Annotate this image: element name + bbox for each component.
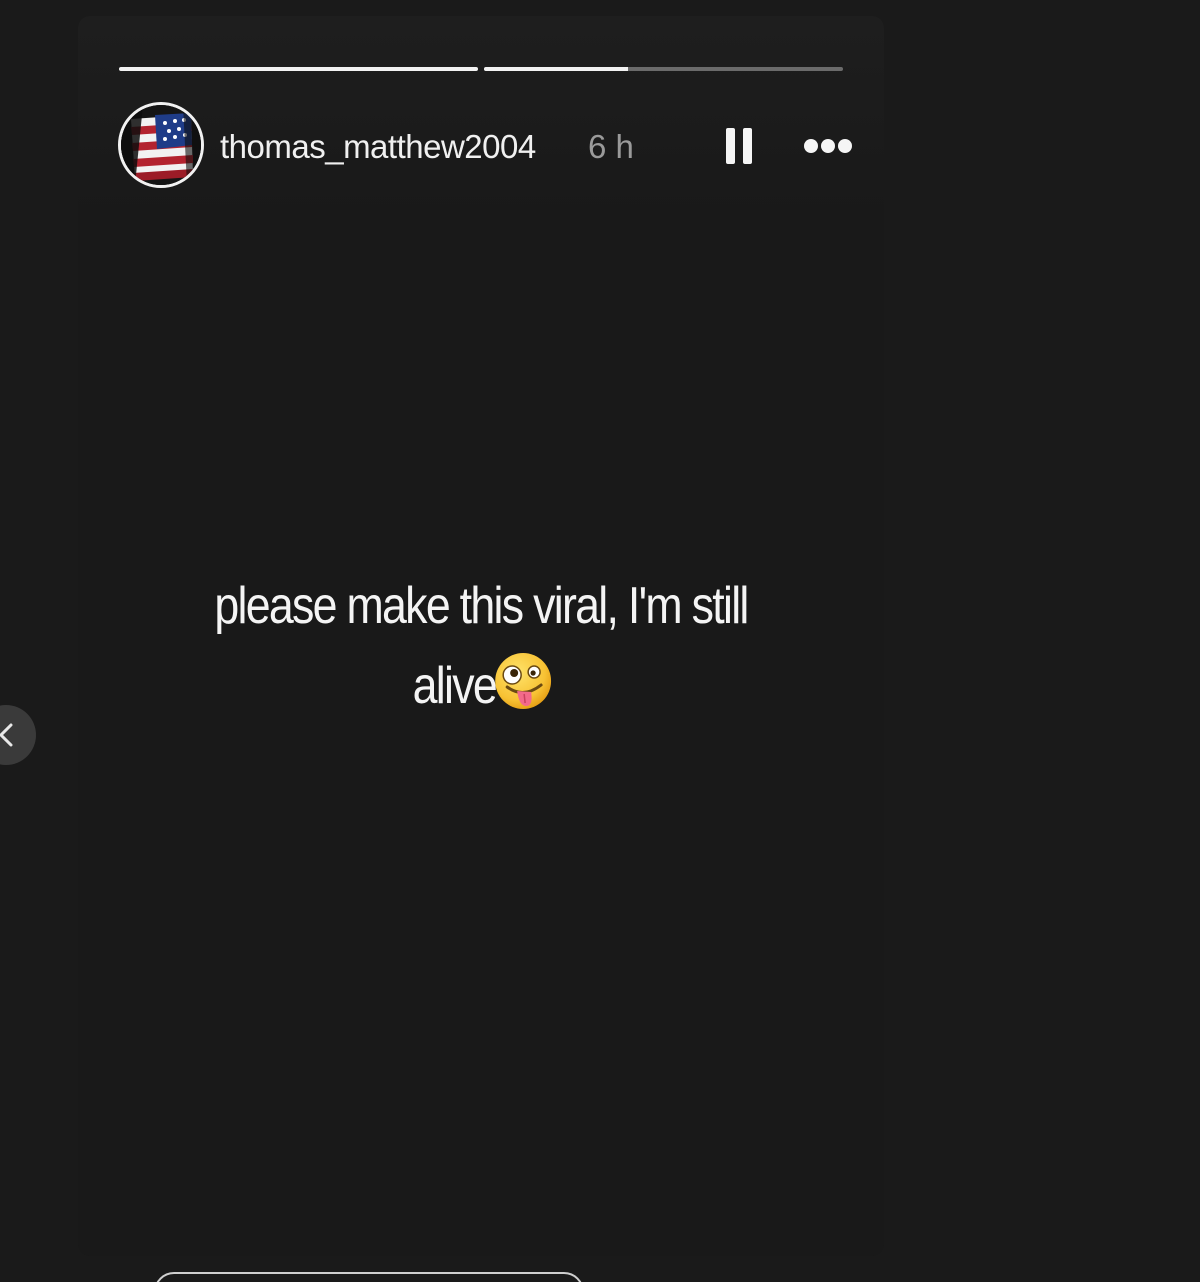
username[interactable]: thomas_matthew2004 (220, 128, 536, 166)
more-options-button[interactable] (798, 134, 858, 158)
avatar[interactable] (118, 102, 204, 188)
caption-line-2: alive (412, 657, 498, 715)
story-viewer: thomas_matthew2004 6 h please make this … (0, 0, 1200, 1282)
post-time: 6 h (588, 128, 634, 165)
avatar-flag-image (121, 105, 201, 185)
zany-face-emoji-icon (495, 653, 552, 709)
story-header: thomas_matthew2004 6 h (118, 102, 852, 188)
reply-input[interactable] (154, 1272, 584, 1282)
progress-segment-fill (119, 67, 478, 71)
caption-line-1: please make this viral, I'm still (214, 577, 749, 635)
previous-story-button[interactable] (0, 705, 36, 765)
chevron-left-icon (0, 723, 13, 747)
story-card[interactable]: thomas_matthew2004 6 h please make this … (78, 16, 884, 1256)
story-progress-bar (119, 67, 843, 71)
progress-segment (119, 67, 478, 71)
story-caption: please make this viral, I'm still alive (134, 566, 827, 726)
progress-segment (484, 67, 843, 71)
pause-button[interactable] (718, 124, 762, 168)
progress-segment-fill (484, 67, 628, 71)
